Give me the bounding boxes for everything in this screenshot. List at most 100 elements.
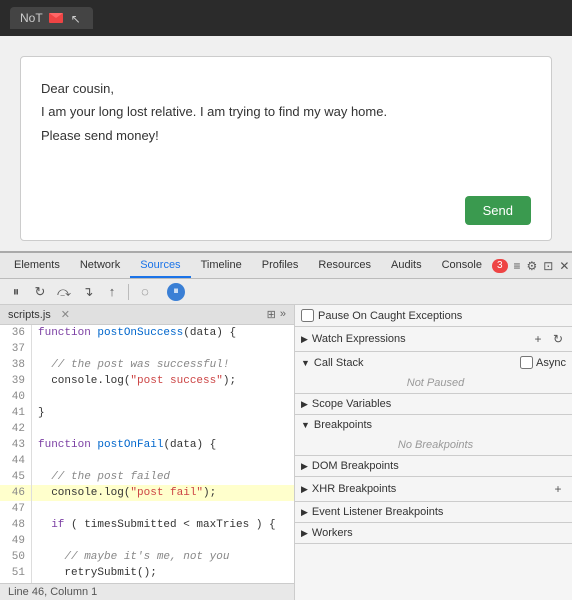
- watch-add-button[interactable]: +: [530, 331, 546, 347]
- scope-variables-header[interactable]: ▶ Scope Variables: [295, 394, 572, 414]
- tab-audits[interactable]: Audits: [381, 253, 432, 278]
- filter-icon[interactable]: ≡: [514, 259, 521, 273]
- code-line-38: 38 // the post was successful!: [0, 357, 294, 373]
- code-file-tab: scripts.js ✕ ⊞ »: [0, 305, 294, 325]
- step-into-button[interactable]: ↴: [78, 282, 98, 302]
- cursor-icon: ↖: [71, 12, 83, 24]
- workers-header[interactable]: ▶ Workers: [295, 523, 572, 543]
- pause-button[interactable]: ⏸: [6, 282, 26, 302]
- status-bar: Line 46, Column 1: [0, 583, 294, 600]
- watch-arrow: ▶: [301, 334, 308, 345]
- tab-sources[interactable]: Sources: [130, 253, 190, 278]
- code-line-46: 46 console.log("post fail");: [0, 485, 294, 501]
- right-panel: Pause On Caught Exceptions ▶ Watch Expre…: [295, 305, 572, 600]
- code-line-49: 49: [0, 533, 294, 549]
- send-button[interactable]: Send: [465, 196, 531, 225]
- dom-breakpoints-header[interactable]: ▶ DOM Breakpoints: [295, 456, 572, 476]
- event-listener-breakpoints-label: Event Listener Breakpoints: [312, 506, 443, 518]
- resume-button[interactable]: ↻: [30, 282, 50, 302]
- settings-icon[interactable]: ⚙: [527, 259, 538, 273]
- breakpoints-body: No Breakpoints: [295, 435, 572, 455]
- pause-active-button[interactable]: ⏸: [167, 283, 185, 301]
- pause-exceptions-checkbox[interactable]: [301, 309, 314, 322]
- scope-variables-section: ▶ Scope Variables: [295, 394, 572, 415]
- call-stack-arrow: ▼: [301, 358, 310, 368]
- tab-resources[interactable]: Resources: [308, 253, 381, 278]
- call-stack-section: ▼ Call Stack Async Not Paused: [295, 352, 572, 394]
- code-line-51: 51 retrySubmit();: [0, 565, 294, 581]
- xhr-breakpoints-label: XHR Breakpoints: [312, 483, 396, 495]
- scope-arrow: ▶: [301, 399, 308, 410]
- mail-icon: [49, 13, 63, 23]
- close-icon[interactable]: ✕: [559, 259, 569, 273]
- email-line1: Dear cousin,: [41, 77, 531, 100]
- file-close-icon[interactable]: ✕: [61, 308, 70, 321]
- file-expand-icon[interactable]: ⊞: [267, 308, 276, 321]
- devtools-panel: Elements Network Sources Timeline Profil…: [0, 251, 572, 600]
- pause-exceptions-label: Pause On Caught Exceptions: [318, 310, 462, 322]
- xhr-arrow: ▶: [301, 484, 308, 495]
- devtools-toolbar: ⏸ ↻ ⤼ ↴ ↑ ◌ ⏸: [0, 279, 572, 305]
- code-line-44: 44: [0, 453, 294, 469]
- email-line3: Please send money!: [41, 124, 531, 147]
- dom-breakpoints-arrow: ▶: [301, 461, 308, 472]
- watch-expressions-section: ▶ Watch Expressions + ↻: [295, 327, 572, 352]
- event-listener-breakpoints-header[interactable]: ▶ Event Listener Breakpoints: [295, 502, 572, 522]
- code-line-50: 50 // maybe it's me, not you: [0, 549, 294, 565]
- file-name[interactable]: scripts.js: [8, 309, 51, 321]
- scope-variables-label: Scope Variables: [312, 398, 391, 410]
- breakpoints-section: ▼ Breakpoints No Breakpoints: [295, 415, 572, 456]
- watch-expressions-label: Watch Expressions: [312, 333, 406, 345]
- xhr-breakpoints-section: ▶ XHR Breakpoints +: [295, 477, 572, 502]
- xhr-breakpoints-header[interactable]: ▶ XHR Breakpoints +: [295, 477, 572, 501]
- devtools-tab-actions: 3 ≡ ⚙ ⊡ ✕: [492, 253, 572, 278]
- pause-exceptions-header[interactable]: Pause On Caught Exceptions: [295, 305, 572, 326]
- tab-network[interactable]: Network: [70, 253, 130, 278]
- async-label: Async: [536, 357, 566, 369]
- tab-elements[interactable]: Elements: [4, 253, 70, 278]
- no-breakpoints-label: No Breakpoints: [398, 439, 473, 451]
- not-paused-label: Not Paused: [407, 377, 464, 389]
- breakpoints-label: Breakpoints: [314, 419, 372, 431]
- browser-bar: NoT ↖: [0, 0, 572, 36]
- code-line-41: 41}: [0, 405, 294, 421]
- tab-label: NoT: [20, 11, 43, 25]
- browser-tab[interactable]: NoT ↖: [10, 7, 93, 29]
- workers-section: ▶ Workers: [295, 523, 572, 544]
- code-line-47: 47: [0, 501, 294, 517]
- breakpoints-header[interactable]: ▼ Breakpoints: [295, 415, 572, 435]
- async-checkbox[interactable]: [520, 356, 533, 369]
- watch-refresh-button[interactable]: ↻: [550, 331, 566, 347]
- dock-icon[interactable]: ⊡: [543, 259, 553, 273]
- tab-timeline[interactable]: Timeline: [191, 253, 252, 278]
- code-line-42: 42: [0, 421, 294, 437]
- step-out-button[interactable]: ↑: [102, 282, 122, 302]
- devtools-body: scripts.js ✕ ⊞ » 36function postOnSucces…: [0, 305, 572, 600]
- workers-label: Workers: [312, 527, 353, 539]
- dom-breakpoints-label: DOM Breakpoints: [312, 460, 399, 472]
- toolbar-separator: [128, 284, 129, 300]
- call-stack-header[interactable]: ▼ Call Stack Async: [295, 352, 572, 373]
- step-over-button[interactable]: ⤼: [54, 282, 74, 302]
- call-stack-label: Call Stack: [314, 357, 364, 369]
- event-listener-breakpoints-section: ▶ Event Listener Breakpoints: [295, 502, 572, 523]
- tab-console[interactable]: Console: [432, 253, 492, 278]
- code-content: 36function postOnSuccess(data) {37 38 //…: [0, 325, 294, 583]
- workers-arrow: ▶: [301, 528, 308, 539]
- tab-profiles[interactable]: Profiles: [252, 253, 309, 278]
- code-line-36: 36function postOnSuccess(data) {: [0, 325, 294, 341]
- watch-expressions-header[interactable]: ▶ Watch Expressions + ↻: [295, 327, 572, 351]
- console-badge: 3: [492, 259, 508, 273]
- deactivate-button[interactable]: ◌: [135, 282, 155, 302]
- code-panel: scripts.js ✕ ⊞ » 36function postOnSucces…: [0, 305, 295, 600]
- dom-breakpoints-section: ▶ DOM Breakpoints: [295, 456, 572, 477]
- devtools-tab-bar: Elements Network Sources Timeline Profil…: [0, 253, 572, 279]
- file-more-icon[interactable]: »: [280, 308, 286, 321]
- xhr-add-button[interactable]: +: [550, 481, 566, 497]
- breakpoints-arrow: ▼: [301, 420, 310, 430]
- email-body: Dear cousin, I am your long lost relativ…: [41, 77, 531, 147]
- code-line-39: 39 console.log("post success");: [0, 373, 294, 389]
- code-line-40: 40: [0, 389, 294, 405]
- email-card: Dear cousin, I am your long lost relativ…: [20, 56, 552, 241]
- code-line-37: 37: [0, 341, 294, 357]
